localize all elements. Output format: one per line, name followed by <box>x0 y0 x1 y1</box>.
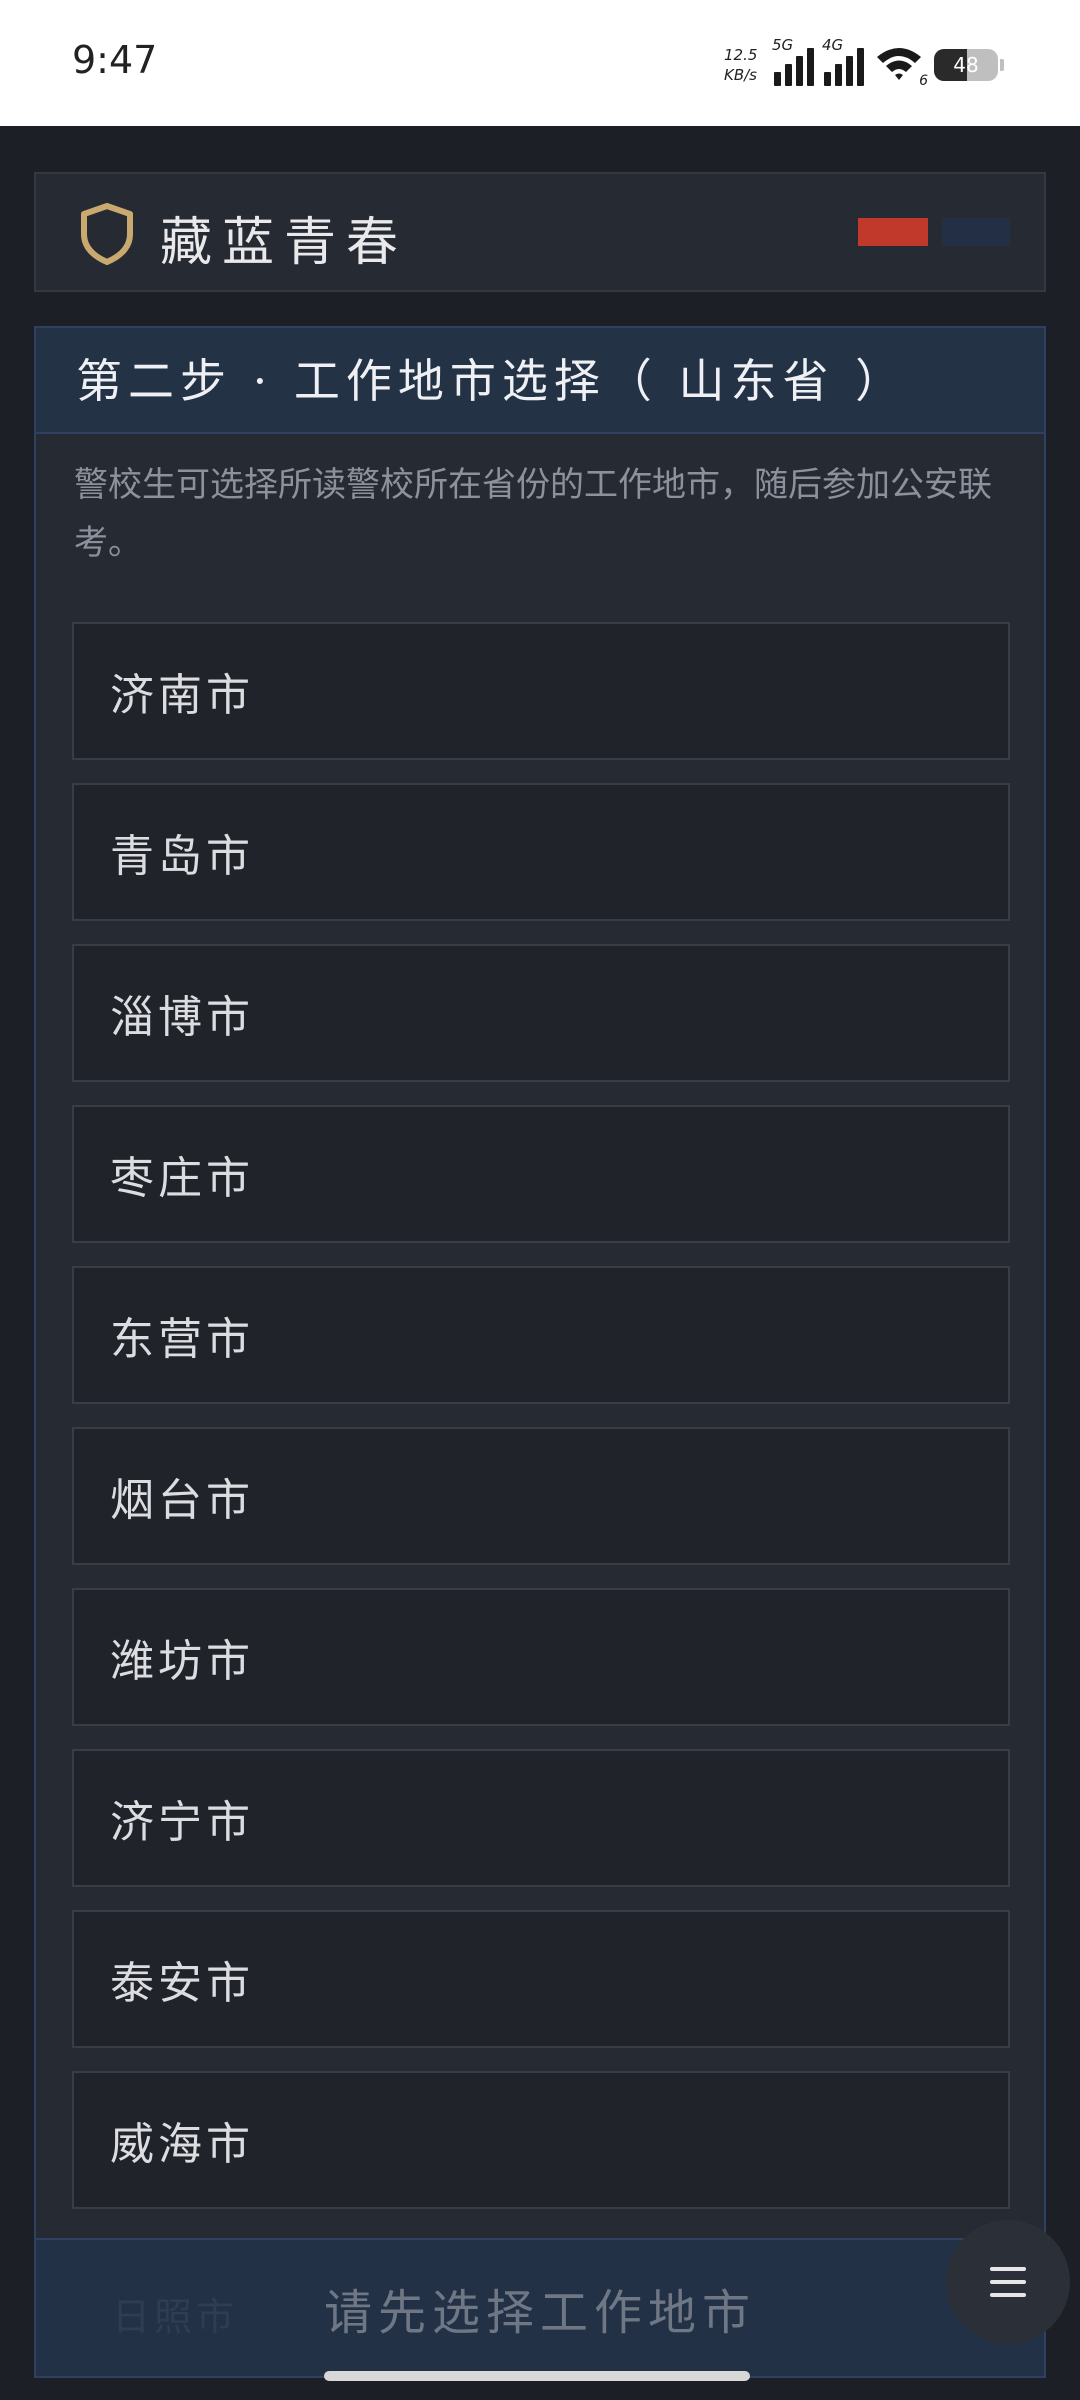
battery-level: 48 <box>953 53 979 77</box>
city-option-qingdao[interactable]: 青岛市 <box>72 783 1010 921</box>
sim2-tag: 4G <box>822 36 844 54</box>
city-option-jining[interactable]: 济宁市 <box>72 1749 1010 1887</box>
signal-5g-icon: 5G <box>772 36 814 86</box>
city-label: 青岛市 <box>110 831 254 882</box>
city-label: 济宁市 <box>110 1797 254 1848</box>
step-card: 第二步 · 工作地市选择（ 山东省 ） 警校生可选择所读警校所在省份的工作地市，… <box>34 326 1046 2266</box>
battery-icon: 48 <box>934 49 998 81</box>
network-speed-unit: KB/s <box>724 66 757 84</box>
signal-4g-icon: 4G <box>822 36 864 86</box>
city-option-taian[interactable]: 泰安市 <box>72 1910 1010 2048</box>
city-label: 东营市 <box>110 1314 254 1365</box>
city-list: 济南市 青岛市 淄博市 枣庄市 东营市 烟台市 潍坊市 济宁市 泰安市 威海市 <box>72 622 1010 2232</box>
select-city-button-label: 请先选择工作地市 <box>323 2285 756 2341</box>
city-label: 烟台市 <box>110 1475 254 1526</box>
status-indicators: 12.5 KB/s 5G 4G 6 48 <box>724 36 1004 90</box>
network-speed: 12.5 KB/s <box>724 45 764 85</box>
wifi-tag: 6 <box>919 73 928 89</box>
app-header: 藏蓝青春 <box>34 172 1046 292</box>
city-label: 枣庄市 <box>110 1153 254 1204</box>
city-option-rizhao-ghost: 日照市 <box>112 2295 239 2339</box>
city-option-zaozhuang[interactable]: 枣庄市 <box>72 1105 1010 1243</box>
step-title: 第二步 · 工作地市选择（ 山东省 ） <box>76 354 908 408</box>
battery-tip <box>1000 59 1004 71</box>
wifi-indicator: 6 <box>874 43 928 89</box>
city-label: 淄博市 <box>110 992 254 1043</box>
menu-button[interactable] <box>946 2220 1070 2344</box>
shield-icon <box>81 203 133 265</box>
select-city-button[interactable]: 日照市 请先选择工作地市 <box>34 2238 1046 2378</box>
flag-red-block <box>858 218 928 246</box>
city-option-weihai[interactable]: 威海市 <box>72 2071 1010 2209</box>
city-option-yantai[interactable]: 烟台市 <box>72 1427 1010 1565</box>
step-header: 第二步 · 工作地市选择（ 山东省 ） <box>36 328 1044 434</box>
city-option-weifang[interactable]: 潍坊市 <box>72 1588 1010 1726</box>
city-label: 济南市 <box>110 670 254 721</box>
wifi-icon <box>877 48 921 80</box>
step-description: 警校生可选择所读警校所在省份的工作地市，随后参加公安联考。 <box>74 465 992 563</box>
city-label: 潍坊市 <box>110 1636 254 1687</box>
brand-title: 藏蓝青春 <box>160 213 409 273</box>
city-label: 威海市 <box>110 2119 254 2170</box>
city-label: 泰安市 <box>110 1958 254 2009</box>
status-bar: 9:47 12.5 KB/s 5G 4G 6 48 <box>0 0 1080 126</box>
city-option-jinan[interactable]: 济南市 <box>72 622 1010 760</box>
flag-navy-block <box>942 218 1010 246</box>
home-indicator[interactable] <box>324 2371 750 2381</box>
city-option-zibo[interactable]: 淄博市 <box>72 944 1010 1082</box>
menu-icon <box>990 2267 1026 2271</box>
network-speed-value: 12.5 <box>724 46 758 64</box>
city-option-dongying[interactable]: 东营市 <box>72 1266 1010 1404</box>
status-time: 9:47 <box>72 38 158 82</box>
sim1-tag: 5G <box>772 36 794 54</box>
